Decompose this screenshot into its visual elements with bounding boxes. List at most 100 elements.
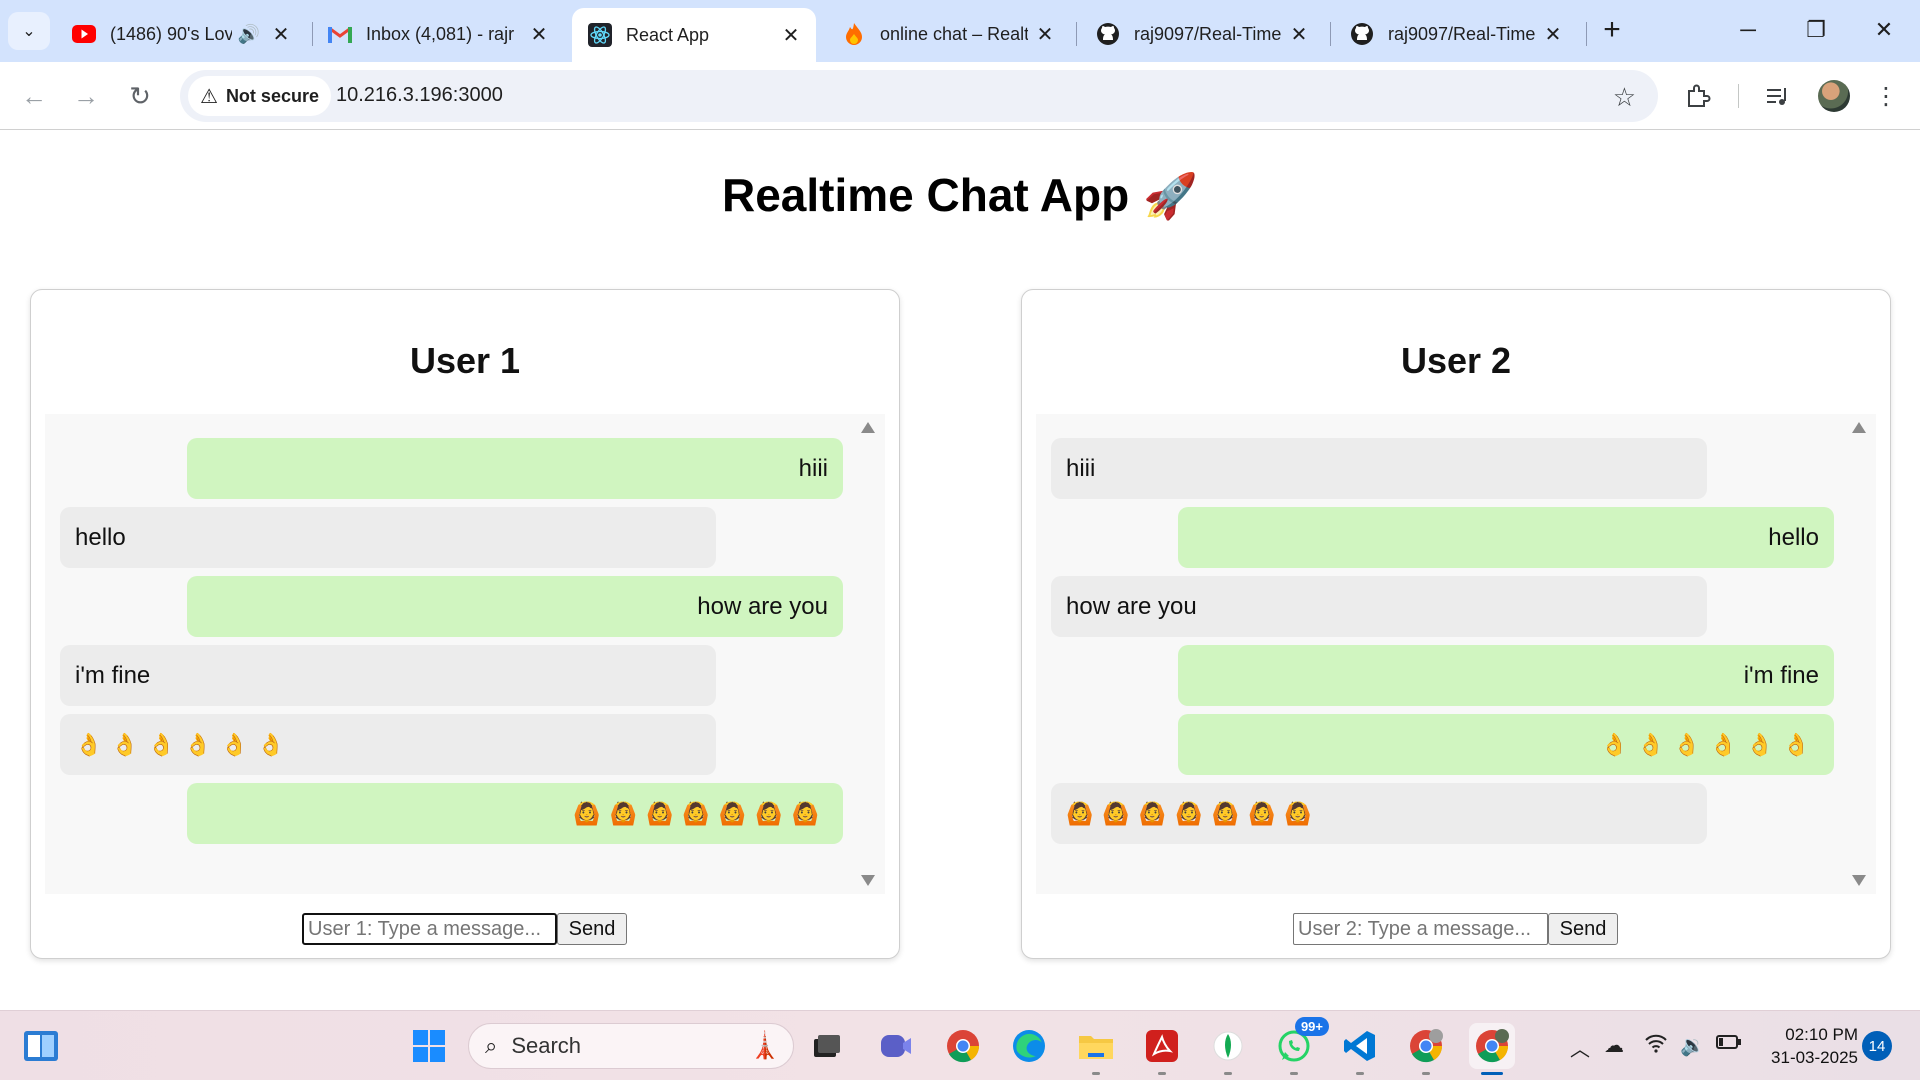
chrome-icon[interactable]: [940, 1023, 986, 1069]
taskbar-search[interactable]: ⌕ Search 🗼: [468, 1023, 794, 1069]
eiffel-tower-icon: 🗼: [748, 1030, 781, 1060]
minimize-icon: ─: [1740, 17, 1756, 42]
search-icon: ⌕: [485, 1033, 498, 1058]
fire-icon: [842, 22, 866, 46]
battery-icon[interactable]: [1716, 1033, 1742, 1056]
message-input[interactable]: [1293, 913, 1548, 945]
clock-time: 02:10 PM: [1785, 1025, 1858, 1044]
close-tab-icon[interactable]: ✕: [1542, 22, 1564, 47]
profile-avatar[interactable]: [1818, 80, 1850, 112]
edge-icon[interactable]: [1006, 1023, 1052, 1069]
rocket-icon: 🚀: [1143, 172, 1199, 221]
running-indicator: [1092, 1072, 1100, 1075]
bookmark-star-icon[interactable]: ☆: [1613, 82, 1636, 113]
message-bubble-received: how are you: [1051, 576, 1707, 637]
tab-online-chat[interactable]: online chat – Realt ✕: [826, 10, 1070, 58]
send-button[interactable]: Send: [1548, 913, 1618, 945]
plus-icon: +: [1603, 13, 1621, 46]
running-indicator: [1224, 1072, 1232, 1075]
close-window-button[interactable]: ✕: [1852, 10, 1916, 50]
send-button[interactable]: Send: [557, 913, 627, 945]
message-composer: Send: [302, 913, 627, 945]
arrow-left-icon: ←: [21, 80, 47, 111]
close-tab-icon[interactable]: ✕: [1034, 22, 1056, 47]
widgets-icon[interactable]: [18, 1023, 64, 1069]
chrome-active-icon[interactable]: [1469, 1023, 1515, 1075]
browser-toolbar: ← → ↻ ⚠ Not secure 10.216.3.196:3000 ☆ ⋮: [0, 62, 1920, 130]
running-indicator: [1158, 1072, 1166, 1075]
media-control-icon[interactable]: [1760, 78, 1796, 114]
tab-github-1[interactable]: raj9097/Real-Time ✕: [1080, 10, 1324, 58]
active-indicator: [1481, 1072, 1503, 1075]
url-text[interactable]: 10.216.3.196:3000: [336, 84, 503, 107]
forward-button[interactable]: →: [66, 76, 106, 116]
toolbar-separator: [1738, 84, 1739, 108]
message-composer: Send: [1293, 913, 1618, 945]
message-list[interactable]: hiii hello how are you i'm fine 👌👌👌👌👌👌 🙆…: [45, 414, 885, 894]
mongodb-compass-icon[interactable]: [1205, 1023, 1251, 1075]
close-icon: ✕: [1874, 17, 1894, 42]
tab-react-app[interactable]: React App ✕: [572, 8, 816, 62]
message-bubble-sent: hello: [1178, 507, 1834, 568]
file-explorer-icon[interactable]: [1073, 1023, 1119, 1075]
vscode-icon[interactable]: [1337, 1023, 1383, 1075]
onedrive-offline-icon[interactable]: ☁: [1604, 1033, 1624, 1058]
message-bubble-received: 🙆🙆🙆🙆🙆🙆🙆: [1051, 783, 1707, 844]
show-hidden-icons-chevron-up-icon[interactable]: ︿: [1570, 1033, 1590, 1062]
message-bubble-sent: 👌👌👌👌👌👌: [1178, 714, 1834, 775]
tab-github-2[interactable]: raj9097/Real-Time ✕: [1334, 10, 1578, 58]
task-view-icon[interactable]: [804, 1023, 850, 1069]
message-bubble-received: hiii: [1051, 438, 1707, 499]
message-bubble-received: i'm fine: [60, 645, 716, 706]
taskbar: ⌕ Search 🗼 99+ ︿ ☁ 🔉 02:10 PM 31-03-2025…: [0, 1010, 1920, 1080]
scroll-up-arrow[interactable]: [861, 422, 875, 433]
unread-badge: 99+: [1294, 1017, 1329, 1036]
back-button[interactable]: ←: [14, 76, 54, 116]
whatsapp-icon[interactable]: 99+: [1271, 1017, 1329, 1075]
user-2-panel: User 2 hiii hello how are you i'm fine 👌…: [1021, 289, 1891, 959]
tab-separator: [1586, 22, 1587, 46]
user-1-panel: User 1 hiii hello how are you i'm fine 👌…: [30, 289, 900, 959]
speaker-icon[interactable]: 🔊: [238, 24, 260, 45]
restore-button[interactable]: ❐: [1784, 10, 1848, 50]
extensions-icon[interactable]: [1680, 78, 1716, 114]
tab-youtube[interactable]: (1486) 90's Lov 🔊 ✕: [56, 10, 306, 58]
teams-meet-icon[interactable]: [873, 1023, 919, 1069]
message-list[interactable]: hiii hello how are you i'm fine 👌👌👌👌👌👌 🙆…: [1036, 414, 1876, 894]
message-input[interactable]: [302, 913, 557, 945]
system-clock[interactable]: 02:10 PM 31-03-2025: [1758, 1023, 1858, 1069]
scroll-down-arrow[interactable]: [861, 875, 875, 886]
chevron-down-icon: ⌄: [22, 23, 36, 40]
new-tab-button[interactable]: +: [1592, 14, 1632, 48]
acrobat-icon[interactable]: [1139, 1023, 1185, 1075]
tab-gmail[interactable]: Inbox (4,081) - rajr ✕: [312, 10, 564, 58]
arrow-right-icon: →: [73, 80, 99, 111]
github-icon: [1350, 22, 1374, 46]
security-chip[interactable]: ⚠ Not secure: [188, 76, 331, 116]
close-tab-icon[interactable]: ✕: [270, 22, 292, 47]
windows-start-icon[interactable]: [406, 1023, 452, 1069]
reload-icon: ↻: [129, 80, 151, 111]
tab-search-button[interactable]: ⌄: [8, 12, 50, 50]
close-tab-icon[interactable]: ✕: [1288, 22, 1310, 47]
gmail-icon: [328, 22, 352, 46]
address-bar[interactable]: ⚠ Not secure 10.216.3.196:3000 ☆: [180, 70, 1658, 122]
more-menu-icon[interactable]: ⋮: [1868, 78, 1904, 114]
message-bubble-received: 👌👌👌👌👌👌: [60, 714, 716, 775]
message-bubble-sent: 🙆🙆🙆🙆🙆🙆🙆: [187, 783, 843, 844]
warning-icon: ⚠: [200, 85, 218, 108]
notification-count-badge[interactable]: 14: [1862, 1031, 1892, 1061]
page-title: Realtime Chat App 🚀: [721, 169, 1199, 221]
volume-icon[interactable]: 🔉: [1680, 1033, 1705, 1058]
reload-button[interactable]: ↻: [120, 76, 160, 116]
close-tab-icon[interactable]: ✕: [780, 23, 802, 48]
close-tab-icon[interactable]: ✕: [528, 22, 550, 47]
tab-separator: [1076, 22, 1077, 46]
clock-date: 31-03-2025: [1771, 1048, 1858, 1067]
scroll-up-arrow[interactable]: [1852, 422, 1866, 433]
wifi-icon[interactable]: [1644, 1033, 1668, 1059]
message-bubble-sent: hiii: [187, 438, 843, 499]
chrome-profile-icon[interactable]: [1403, 1023, 1449, 1075]
minimize-button[interactable]: ─: [1716, 10, 1780, 50]
scroll-down-arrow[interactable]: [1852, 875, 1866, 886]
